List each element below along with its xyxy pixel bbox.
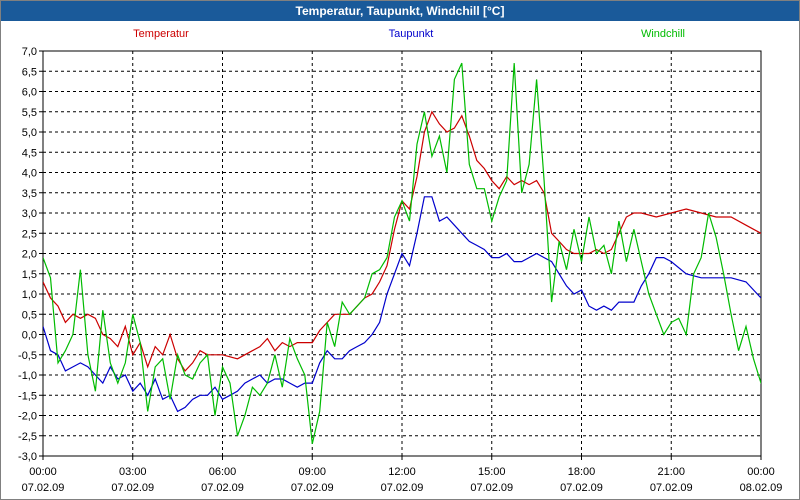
y-tick-label: 1,5 (22, 269, 37, 281)
x-tick-date: 07.02.09 (291, 482, 334, 494)
y-tick-label: 6,0 (22, 87, 37, 99)
series-line-temperatur (43, 110, 761, 372)
x-tick-time: 18:00 (568, 466, 596, 478)
y-tick-label: -1,5 (18, 390, 37, 402)
x-tick-time: 21:00 (657, 466, 685, 478)
legend: Temperatur Taupunkt Windchill (133, 28, 685, 40)
chart-window: Temperatur, Taupunkt, Windchill [°C] 7,0… (0, 0, 800, 500)
x-tick-date: 07.02.09 (22, 482, 65, 494)
x-tick-date: 08.02.09 (740, 482, 783, 494)
x-tick-date: 07.02.09 (111, 482, 154, 494)
legend-entry-temperatur: Temperatur (133, 28, 189, 40)
y-tick-label: 0,5 (22, 309, 37, 321)
line-chart: 7,0 6,5 6,0 5,5 5,0 4,5 4,0 3,5 3,0 2,5 2,0 1,5 1,0 0… (18, 28, 783, 494)
y-tick-label: 6,5 (22, 66, 37, 78)
y-tick-label: -2,5 (18, 431, 37, 443)
y-axis: 7,0 6,5 6,0 5,5 5,0 4,5 4,0 3,5 3,0 2,5 2,0 1,5 1,0 0… (18, 46, 43, 463)
x-tick-time: 15:00 (478, 466, 506, 478)
window-title: Temperatur, Taupunkt, Windchill [°C] (1, 1, 799, 21)
x-tick-date: 07.02.09 (560, 482, 603, 494)
x-tick-time: 03:00 (119, 466, 147, 478)
y-tick-label: 4,0 (22, 168, 37, 180)
y-tick-label: -2,0 (18, 411, 37, 423)
y-tick-label: -3,0 (18, 451, 37, 463)
y-tick-label: 5,0 (22, 127, 37, 139)
x-tick-date: 07.02.09 (470, 482, 513, 494)
y-tick-label: 4,5 (22, 147, 37, 159)
y-tick-label: 3,5 (22, 188, 37, 200)
y-tick-label: 2,5 (22, 228, 37, 240)
y-tick-label: 5,5 (22, 107, 37, 119)
x-tick-time: 00:00 (29, 466, 57, 478)
x-axis: 00:00 07.02.09 03:00 07.02.09 06:00 07.02.09 0… (22, 456, 783, 494)
y-tick-label: -0,5 (18, 350, 37, 362)
x-tick-time: 09:00 (298, 466, 326, 478)
x-tick-date: 07.02.09 (201, 482, 244, 494)
legend-entry-windchill: Windchill (641, 28, 685, 40)
x-tick-date: 07.02.09 (650, 482, 693, 494)
x-tick-date: 07.02.09 (381, 482, 424, 494)
y-tick-label: 0,0 (22, 330, 37, 342)
x-tick-time: 12:00 (388, 466, 416, 478)
x-tick-time: 00:00 (747, 466, 775, 478)
y-tick-label: 3,0 (22, 208, 37, 220)
x-tick-time: 06:00 (209, 466, 237, 478)
y-tick-label: 1,0 (22, 289, 37, 301)
legend-entry-taupunkt: Taupunkt (389, 28, 434, 40)
y-tick-label: -1,0 (18, 370, 37, 382)
y-tick-label: 7,0 (22, 46, 37, 58)
y-tick-label: 2,0 (22, 249, 37, 261)
